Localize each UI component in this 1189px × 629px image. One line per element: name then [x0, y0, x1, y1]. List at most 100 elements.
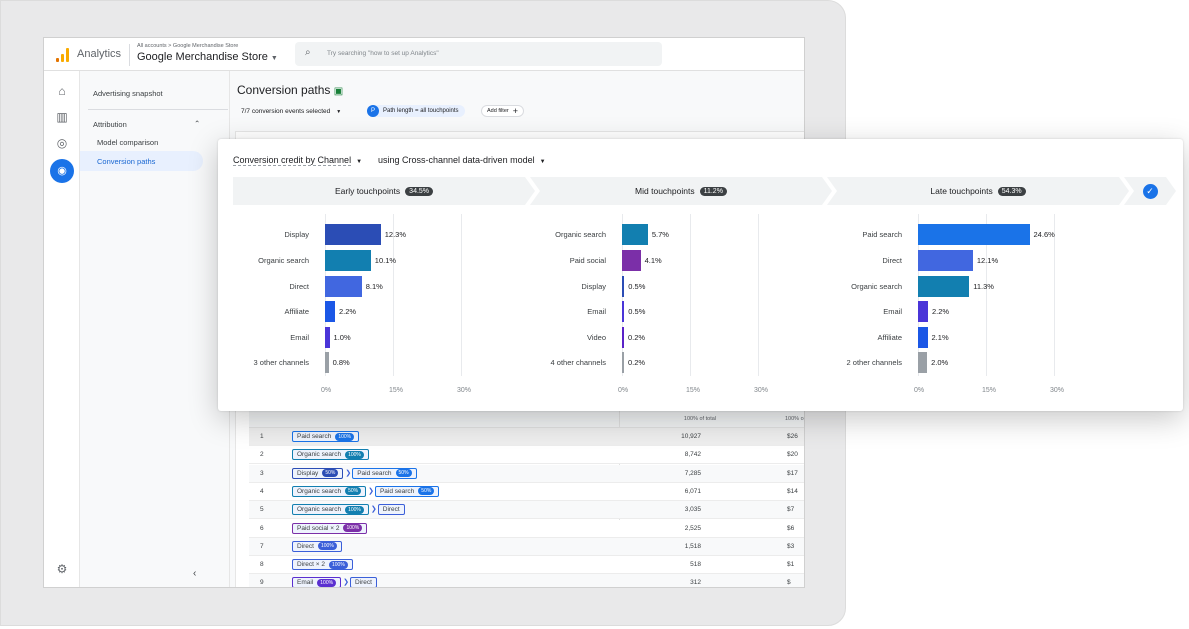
channel-chip[interactable]: Direct × 2 100% — [292, 559, 353, 571]
conversions-value: 7,285 — [684, 469, 701, 477]
breadcrumb[interactable]: All accounts > Google Merchandise Store — [137, 43, 238, 49]
channel-chip[interactable]: Paid search 50% — [374, 485, 440, 497]
reports-icon[interactable]: ▥ — [54, 109, 70, 125]
bar[interactable] — [325, 301, 335, 322]
caret-down-icon: ▼ — [336, 109, 342, 115]
model-label: using Cross-channel data-driven model — [378, 155, 535, 165]
bar[interactable] — [325, 352, 329, 373]
conversions-value: 518 — [690, 561, 701, 569]
path-chips: Paid social × 2 100% — [292, 522, 368, 534]
stage-mid[interactable]: Mid touchpoints 11.2% — [530, 177, 832, 205]
table-row[interactable]: 3 Display 50% ❯ Paid search 50% 7,285 $17 — [249, 464, 804, 483]
property-selector[interactable]: Google Merchandise Store ▼ — [137, 51, 278, 63]
bar[interactable] — [918, 352, 928, 373]
table-row[interactable]: 2 Organic search 100% 8,742 $20 — [249, 446, 804, 465]
x-tick-label: 15% — [686, 387, 701, 394]
credit-badge: 100% — [345, 450, 364, 459]
left-rail: ⌂ ▥ ◎ ◉ ⚙ — [44, 71, 80, 587]
bar[interactable] — [622, 352, 624, 373]
stage-early[interactable]: Early touchpoints 34.5% — [233, 177, 535, 205]
data-label: 1.0% — [333, 333, 351, 342]
bar[interactable] — [622, 276, 625, 297]
table-row[interactable]: 6 Paid social × 2 100% 2,525 $6 — [249, 519, 804, 538]
table-row[interactable]: 4 Organic search 50% ❯ Paid search 50% 6,071 $1… — [249, 482, 804, 501]
check-circle-icon: ✓ — [1143, 184, 1158, 199]
gear-icon[interactable]: ⚙ — [54, 561, 70, 577]
table-row[interactable]: 9 Email 100% ❯ Direct 312 $ — [249, 574, 804, 587]
channel-chip[interactable]: Paid social × 2 100% — [292, 522, 368, 534]
category-label: Organic search — [851, 282, 902, 291]
channel-chip[interactable]: Paid search 50% — [352, 467, 417, 479]
model-selector[interactable]: using Cross-channel data-driven model ▼ — [378, 155, 546, 165]
gridline — [758, 214, 759, 376]
table-row[interactable]: 7 Direct 100% 1,518 $3 — [249, 537, 804, 556]
bar[interactable] — [325, 224, 381, 245]
channel-chip[interactable]: Email 100% — [292, 577, 342, 587]
stage-label: Early touchpoints — [334, 186, 401, 196]
bar[interactable] — [622, 250, 641, 271]
credit-badge: 50% — [345, 487, 362, 496]
channel-chip[interactable]: Direct — [349, 577, 377, 587]
sidebar-item-advertising-snapshot[interactable]: Advertising snapshot — [93, 89, 163, 98]
bar[interactable] — [325, 327, 330, 348]
conversions-value: 3,035 — [684, 506, 701, 514]
bar[interactable] — [325, 250, 371, 271]
sidebar-item-attribution[interactable]: Attribution — [93, 120, 127, 129]
conversions-value: 312 — [690, 579, 701, 587]
bar[interactable] — [918, 327, 928, 348]
category-label: Display — [581, 282, 606, 291]
column-header[interactable]: 100% o — [785, 416, 804, 422]
divider — [88, 109, 228, 110]
filter-chip[interactable]: P Path length = all touchpoints — [367, 105, 465, 117]
caret-down-icon: ▼ — [270, 55, 278, 62]
table-row[interactable]: 8 Direct × 2 100% 518 $1 — [249, 556, 804, 575]
channel-chip[interactable]: Organic search 100% — [292, 449, 369, 461]
data-label: 0.2% — [628, 333, 646, 342]
channel-chip[interactable]: Display 50% — [292, 467, 344, 479]
advertising-icon[interactable]: ◉ — [50, 159, 74, 183]
bar[interactable] — [325, 276, 362, 297]
add-filter-button[interactable]: Add filter + — [481, 105, 524, 117]
report-icon[interactable]: ▣ — [334, 86, 343, 97]
channel-chip[interactable]: Direct — [377, 504, 405, 516]
row-number: 9 — [260, 579, 264, 587]
bar[interactable] — [622, 327, 624, 348]
home-icon[interactable]: ⌂ — [54, 83, 70, 99]
bar[interactable] — [918, 250, 973, 271]
data-label: 2.0% — [931, 358, 949, 367]
explore-icon[interactable]: ◎ — [54, 135, 70, 151]
table-row[interactable]: 5 Organic search 100% ❯ Direct 3,035 $7 — [249, 501, 804, 520]
data-label: 0.8% — [332, 358, 350, 367]
dimension-selector[interactable]: Conversion credit by Channel ▼ — [233, 155, 367, 166]
bar[interactable] — [622, 224, 648, 245]
events-label: 7/7 conversion events selected — [241, 108, 331, 115]
events-selector[interactable]: 7/7 conversion events selected ▼ — [241, 108, 341, 115]
category-label: 2 other channels — [846, 358, 902, 367]
sidebar-item-conversion-paths[interactable]: Conversion paths — [80, 151, 203, 171]
data-label: 0.2% — [628, 358, 646, 367]
revenue-value: $7 — [787, 506, 795, 514]
collapse-chevron-icon[interactable]: ‹ — [193, 568, 196, 579]
channel-chip[interactable]: Organic search 50% — [292, 485, 367, 497]
search-input[interactable]: ⌕ Try searching "how to set up Analytics… — [295, 42, 662, 66]
table-row[interactable]: 1 Paid search 100% 10,927 $26 — [249, 428, 804, 446]
category-label: Direct — [882, 256, 902, 265]
stage-share-badge: 34.5% — [405, 187, 433, 196]
bar[interactable] — [918, 276, 970, 297]
channel-name: Paid social × 2 — [297, 524, 340, 532]
chevron-up-icon[interactable]: ⌃ — [194, 119, 200, 128]
category-label: Affiliate — [284, 307, 309, 316]
channel-chip[interactable]: Organic search 100% — [292, 504, 369, 516]
bar[interactable] — [622, 301, 625, 322]
stage-conversion[interactable]: ✓ — [1124, 177, 1176, 205]
channel-chip[interactable]: Paid search 100% — [292, 431, 360, 442]
data-label: 5.7% — [651, 230, 669, 239]
channel-chip[interactable]: Direct 100% — [292, 540, 342, 552]
stage-late[interactable]: Late touchpoints 54.3% — [827, 177, 1129, 205]
bar[interactable] — [918, 224, 1030, 245]
bar[interactable] — [918, 301, 928, 322]
row-number: 3 — [260, 469, 264, 477]
sidebar-item-model-comparison[interactable]: Model comparison — [97, 138, 158, 147]
column-header[interactable]: 100% of total — [684, 416, 716, 422]
x-tick-label: 15% — [982, 387, 997, 394]
